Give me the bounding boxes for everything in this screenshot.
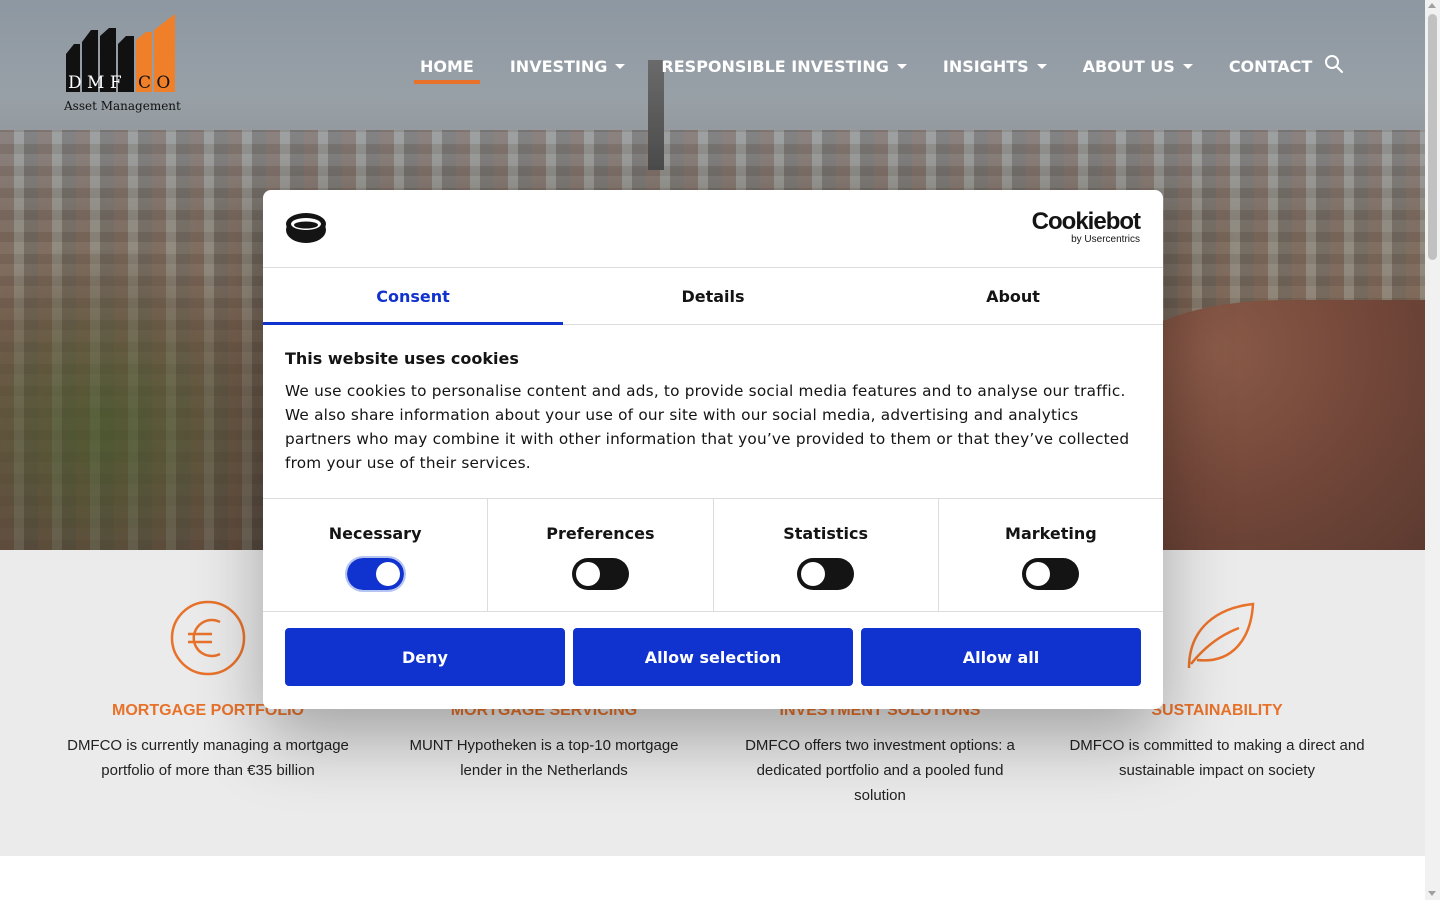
toggle-statistics: Statistics bbox=[714, 499, 939, 611]
switch-knob bbox=[575, 562, 600, 586]
cookiebot-logo-icon bbox=[285, 212, 327, 244]
toggle-label: Necessary bbox=[328, 524, 422, 543]
feature-description: MUNT Hypotheken is a top-10 mortgage len… bbox=[409, 737, 679, 779]
chevron-down-icon bbox=[1182, 63, 1193, 69]
nav-home[interactable]: HOME bbox=[414, 57, 480, 84]
logo-tagline: Asset Management bbox=[64, 99, 181, 113]
tab-about[interactable]: About bbox=[863, 268, 1163, 324]
euro-icon bbox=[168, 598, 248, 678]
chevron-down-icon bbox=[615, 63, 626, 69]
tab-consent[interactable]: Consent bbox=[263, 268, 563, 325]
dialog-heading: This website uses cookies bbox=[285, 349, 519, 368]
switch-knob bbox=[375, 562, 400, 586]
toggle-marketing: Marketing bbox=[939, 499, 1163, 611]
statistics-switch[interactable] bbox=[797, 558, 855, 590]
leaf-icon bbox=[1177, 598, 1257, 678]
scroll-thumb[interactable] bbox=[1428, 14, 1437, 260]
dialog-header: Cookiebot by Usercentrics bbox=[263, 190, 1163, 268]
main-nav: HOME INVESTING RESPONSIBLE INVESTING INS… bbox=[414, 54, 1348, 84]
hero-round-building bbox=[1125, 300, 1425, 550]
allow-selection-button[interactable]: Allow selection bbox=[573, 628, 853, 686]
scroll-up-arrow-icon[interactable] bbox=[1428, 3, 1436, 8]
dialog-text: We use cookies to personalise content an… bbox=[285, 382, 1130, 472]
toggle-label: Statistics bbox=[783, 524, 868, 543]
nav-contact[interactable]: CONTACT bbox=[1229, 57, 1312, 76]
cookie-consent-dialog: Cookiebot by Usercentrics Consent Detail… bbox=[263, 190, 1163, 709]
page-scrollbar[interactable] bbox=[1425, 0, 1440, 900]
toggle-preferences: Preferences bbox=[488, 499, 714, 611]
deny-button[interactable]: Deny bbox=[285, 628, 565, 686]
nav-responsible-investing[interactable]: RESPONSIBLE INVESTING bbox=[661, 57, 907, 76]
scroll-down-arrow-icon[interactable] bbox=[1428, 891, 1436, 896]
switch-knob bbox=[1026, 562, 1051, 586]
toggle-necessary: Necessary bbox=[263, 499, 489, 611]
logo-letters: D M F bbox=[68, 73, 122, 93]
chevron-down-icon bbox=[896, 63, 907, 69]
allow-all-button[interactable]: Allow all bbox=[861, 628, 1141, 686]
consent-toggles: Necessary Preferences Statistics Marketi… bbox=[263, 498, 1163, 612]
toggle-label: Preferences bbox=[546, 524, 655, 543]
nav-insights[interactable]: INSIGHTS bbox=[943, 57, 1047, 76]
svg-text:C O: C O bbox=[138, 73, 170, 93]
feature-description: DMFCO offers two investment options: a d… bbox=[745, 737, 1015, 804]
nav-about-us[interactable]: ABOUT US bbox=[1083, 57, 1193, 76]
feature-description: DMFCO is committed to making a direct an… bbox=[1069, 737, 1365, 779]
feature-description: DMFCO is currently managing a mortgage p… bbox=[67, 737, 349, 779]
search-icon[interactable] bbox=[1324, 54, 1344, 74]
logo-buildings-icon: D M F C O bbox=[66, 14, 175, 93]
dialog-tabs: Consent Details About bbox=[263, 268, 1163, 325]
necessary-switch[interactable] bbox=[344, 556, 406, 592]
hero-trees bbox=[0, 250, 260, 550]
site-logo[interactable]: D M F C O Asset Management bbox=[64, 14, 181, 116]
dialog-buttons: Deny Allow selection Allow all bbox=[263, 612, 1163, 702]
switch-knob bbox=[801, 562, 826, 586]
marketing-switch[interactable] bbox=[1022, 558, 1080, 590]
chevron-down-icon bbox=[1036, 63, 1047, 69]
toggle-label: Marketing bbox=[1005, 524, 1097, 543]
cookiebot-brand[interactable]: Cookiebot by Usercentrics bbox=[1032, 210, 1141, 246]
nav-investing[interactable]: INVESTING bbox=[510, 57, 626, 76]
tab-details[interactable]: Details bbox=[563, 268, 863, 324]
dialog-body: This website uses cookies We use cookies… bbox=[263, 325, 1163, 498]
preferences-switch[interactable] bbox=[571, 558, 629, 590]
